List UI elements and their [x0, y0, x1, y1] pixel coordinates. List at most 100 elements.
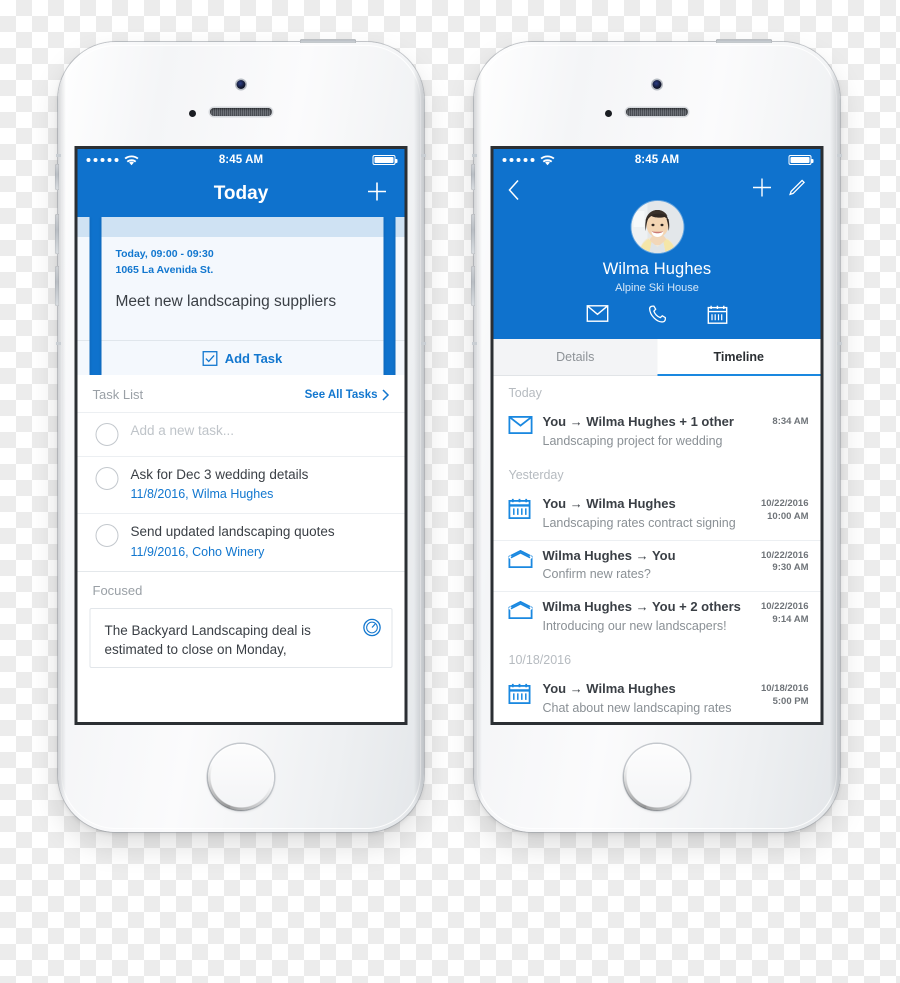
card-accent-bar [395, 217, 405, 237]
volume-down-button-right[interactable] [471, 266, 475, 306]
earpiece-speaker [210, 108, 272, 116]
task-title: Send updated landscaping quotes [130, 524, 335, 540]
timeline-group-header: 10/18/2016 [508, 653, 572, 668]
nav-bar-today: Today [77, 171, 405, 217]
antenna-band [421, 154, 426, 157]
focused-card[interactable]: The Backyard Landscaping deal is estimat… [89, 607, 393, 668]
email-button[interactable] [586, 305, 609, 329]
wifi-icon [124, 154, 139, 166]
task-meta[interactable]: 11/9/2016, Coho Winery [131, 543, 390, 561]
front-camera-icon [652, 80, 662, 89]
plus-icon [753, 178, 771, 197]
timeline-group-header: Today [508, 386, 542, 400]
antenna-band [837, 154, 842, 157]
add-button[interactable] [752, 177, 773, 203]
appointment-location: 1065 La Avenida St. [115, 263, 214, 276]
appointment-carousel[interactable]: Today, 09:00 - 09:30 1065 La Avenida St.… [77, 217, 405, 375]
task-meta[interactable]: 11/8/2016, Wilma Hughes [131, 485, 390, 503]
task-checkbox[interactable] [95, 423, 119, 446]
calendar-icon [508, 496, 543, 524]
task-row[interactable]: Send updated landscaping quotes 11/9/201… [77, 513, 405, 570]
silent-switch-right[interactable] [471, 164, 475, 190]
antenna-band [56, 342, 61, 345]
card-accent-bar [101, 217, 384, 237]
mail-icon [586, 305, 609, 322]
timeline-timestamp: 10/22/2016 9:30 AM [760, 549, 809, 574]
timeline-row[interactable]: Wilma Hughes → You Confirm new rates? 10… [493, 539, 821, 592]
tab-timeline[interactable]: Timeline [657, 339, 821, 376]
timeline-subtitle: Chat about new landscaping rates [542, 700, 732, 715]
volume-down-button-left[interactable] [55, 266, 59, 306]
pencil-icon [789, 179, 806, 196]
task-list-heading: Task List [92, 387, 144, 402]
gauge-icon [363, 618, 381, 636]
volume-up-button-right[interactable] [471, 214, 475, 254]
see-all-tasks-label: See All Tasks [304, 388, 378, 401]
new-task-input[interactable]: Add a new task... [131, 422, 390, 440]
avatar[interactable] [631, 201, 683, 253]
add-button[interactable] [366, 180, 389, 208]
timeline-subtitle: Landscaping rates contract signing [542, 515, 736, 530]
screen-right: 8:45 AM Wilma Hughes Alpine Ski House De… [490, 146, 824, 725]
mail-closed-icon [508, 414, 543, 439]
timeline-timestamp: 10/22/2016 10:00 AM [760, 497, 809, 522]
tab-details[interactable]: Details [494, 339, 658, 375]
task-row[interactable]: Ask for Dec 3 wedding details 11/8/2016,… [77, 456, 405, 513]
timeline-subtitle: Landscaping project for wedding [542, 433, 723, 448]
timeline-row[interactable]: You → Wilma Hughes Chat about new landsc… [494, 674, 821, 722]
status-bar-right: 8:45 AM [493, 149, 821, 171]
back-button[interactable] [508, 179, 521, 206]
silent-switch-left[interactable] [55, 164, 59, 190]
front-camera-icon [236, 80, 246, 89]
power-button-right[interactable] [716, 39, 772, 43]
calendar-icon [508, 681, 543, 709]
timeline-row[interactable]: You → Wilma Hughes Landscaping rates con… [494, 489, 821, 540]
timeline-title: You → Wilma Hughes + 1 other [542, 414, 734, 429]
contact-actions [494, 305, 821, 329]
chevron-right-icon [382, 388, 390, 401]
appointment-card-next[interactable]: T 1 Ms [395, 217, 405, 375]
timeline-title: You → Wilma Hughes [542, 681, 676, 697]
chevron-left-icon [508, 179, 519, 201]
timeline-timestamp: 10/18/2016 5:00 PM [760, 683, 809, 707]
new-task-row[interactable]: Add a new task... [77, 412, 405, 456]
home-button-left[interactable] [208, 744, 274, 810]
timeline-row[interactable]: You → Wilma Hughes + 1 other Landscaping… [494, 407, 821, 458]
contact-tabs: Details Timeline [493, 339, 821, 376]
antenna-band [56, 154, 61, 157]
focused-heading: Focused [92, 582, 143, 598]
appointment-card-previous[interactable] [77, 217, 90, 375]
phone-icon [648, 305, 667, 323]
home-button-right[interactable] [624, 744, 690, 810]
timeline-subtitle: Confirm new rates? [542, 567, 651, 582]
call-button[interactable] [648, 305, 668, 329]
appointment-time: Today, 09:00 - 09:30 [115, 248, 214, 260]
focused-card-text: The Backyard Landscaping deal is estimat… [104, 622, 311, 657]
schedule-button[interactable] [707, 305, 728, 329]
see-all-tasks-link[interactable]: See All Tasks [305, 389, 390, 401]
wifi-icon [540, 154, 555, 166]
edit-button[interactable] [787, 178, 807, 203]
signal-strength-icon [86, 158, 119, 162]
contact-photo [631, 201, 683, 253]
volume-up-button-left[interactable] [55, 214, 59, 254]
earpiece-speaker [626, 108, 688, 116]
timeline-list[interactable]: Today You → Wilma Hughes + 1 other Lands… [493, 376, 821, 722]
power-button-left[interactable] [300, 39, 356, 43]
checkbox-icon [202, 350, 218, 366]
timeline-subtitle: Introducing our new landscapers! [542, 619, 727, 634]
phone-device-right: 8:45 AM Wilma Hughes Alpine Ski House De… [471, 39, 842, 832]
battery-full-icon [788, 155, 814, 165]
antenna-band [421, 342, 426, 345]
calendar-icon [707, 305, 728, 324]
antenna-band [472, 342, 477, 345]
timeline-title: Wilma Hughes → You [542, 547, 676, 563]
task-checkbox[interactable] [95, 467, 119, 490]
timeline-row[interactable]: Wilma Hughes → You + 2 others Introducin… [493, 591, 821, 643]
task-checkbox[interactable] [95, 524, 119, 548]
appointment-card[interactable]: Today, 09:00 - 09:30 1065 La Avenida St.… [101, 217, 384, 375]
appointment-title: Meet new landscaping suppliers [115, 292, 337, 310]
add-task-label: Add Task [224, 350, 283, 366]
add-task-button[interactable]: Add Task [101, 340, 384, 375]
timeline-title: You → Wilma Hughes [542, 495, 676, 511]
